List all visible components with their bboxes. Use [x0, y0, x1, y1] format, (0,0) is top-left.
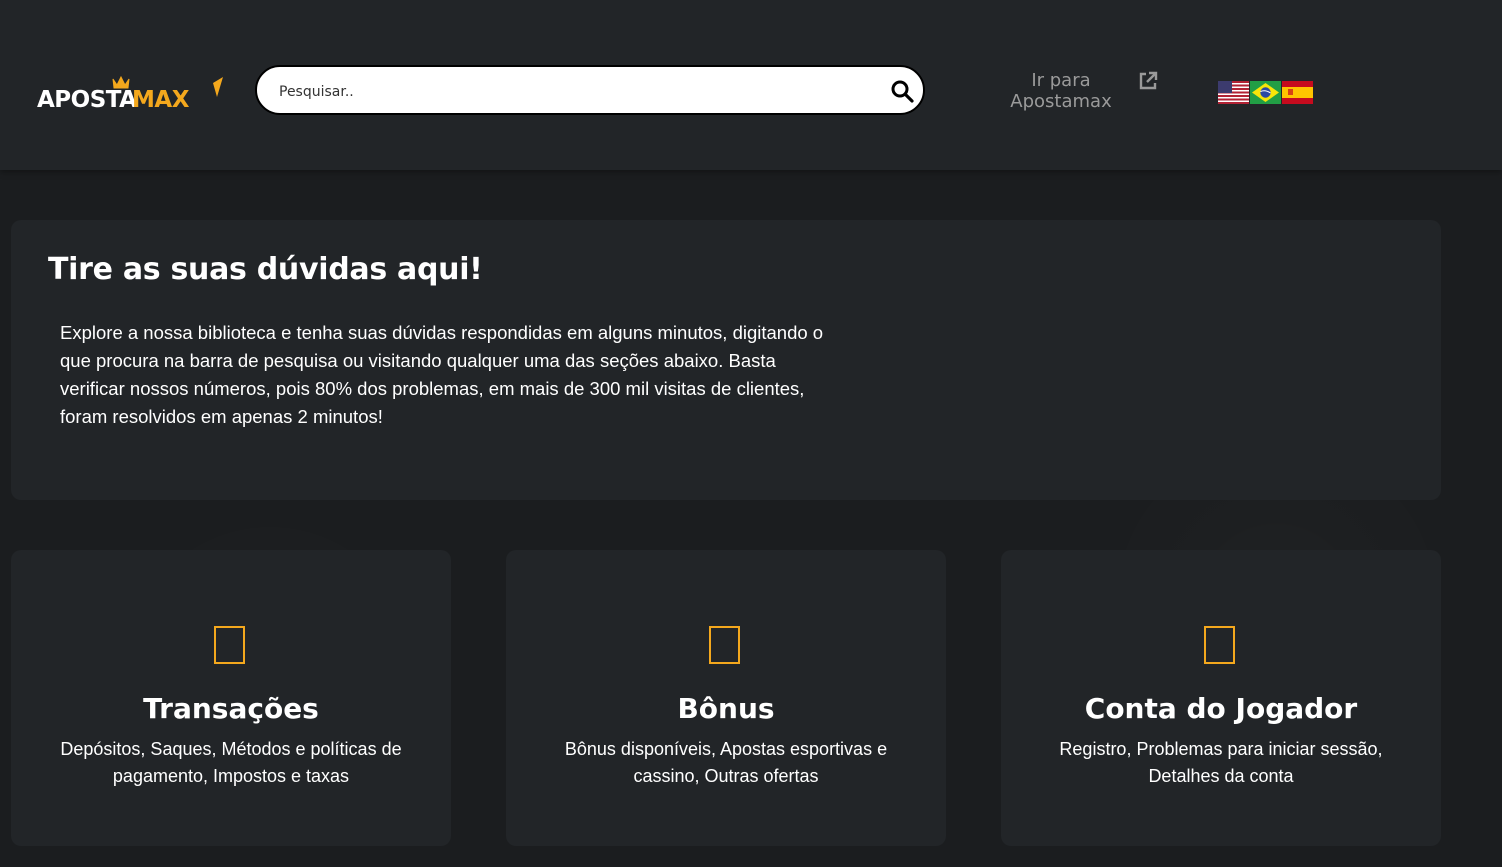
category-description: Depósitos, Saques, Métodos e políticas d…	[60, 739, 402, 786]
category-description: Registro, Problemas para iniciar sessão,…	[1059, 739, 1383, 786]
category-card-conta-do-jogador[interactable]: Conta do Jogador Registro, Problemas par…	[1001, 550, 1441, 846]
bonus-icon	[709, 626, 740, 664]
es-flag-icon[interactable]	[1282, 81, 1313, 104]
logo-graphic: APOSTA MAX	[37, 75, 223, 113]
goto-link-line1: Ir para	[1031, 70, 1091, 91]
page-title: Tire as suas dúvidas aqui!	[48, 252, 483, 287]
category-card-transacoes[interactable]: Transações Depósitos, Saques, Métodos e …	[11, 550, 451, 846]
search-icon[interactable]	[890, 79, 914, 103]
category-card-bonus[interactable]: Bônus Bônus disponíveis, Apostas esporti…	[506, 550, 946, 846]
search-input[interactable]	[277, 79, 871, 105]
player-account-icon	[1204, 626, 1235, 664]
apostamax-logo[interactable]: APOSTA MAX	[37, 73, 227, 113]
site-header: APOSTA MAX Ir para Apostamax	[0, 0, 1502, 170]
intro-description: Explore a nossa biblioteca e tenha suas …	[60, 322, 824, 427]
category-title: Transações	[143, 692, 319, 725]
category-description: Bônus disponíveis, Apostas esportivas e …	[564, 739, 888, 786]
search-bar	[255, 65, 925, 115]
goto-apostamax-link[interactable]: Ir para Apostamax	[990, 70, 1170, 114]
goto-link-line2: Apostamax	[1010, 91, 1112, 112]
transactions-icon	[214, 626, 245, 664]
category-title: Conta do Jogador	[1084, 692, 1358, 725]
category-title: Bônus	[677, 692, 775, 725]
us-flag-icon[interactable]	[1218, 81, 1249, 104]
intro-panel: Tire as suas dúvidas aqui! Explore a nos…	[11, 220, 1441, 500]
svg-text:APOSTA: APOSTA	[37, 87, 137, 113]
svg-text:MAX: MAX	[132, 87, 190, 113]
external-link-icon	[1138, 71, 1158, 91]
br-flag-icon[interactable]	[1250, 81, 1281, 104]
goto-link-label: Ir para Apostamax	[990, 70, 1132, 112]
